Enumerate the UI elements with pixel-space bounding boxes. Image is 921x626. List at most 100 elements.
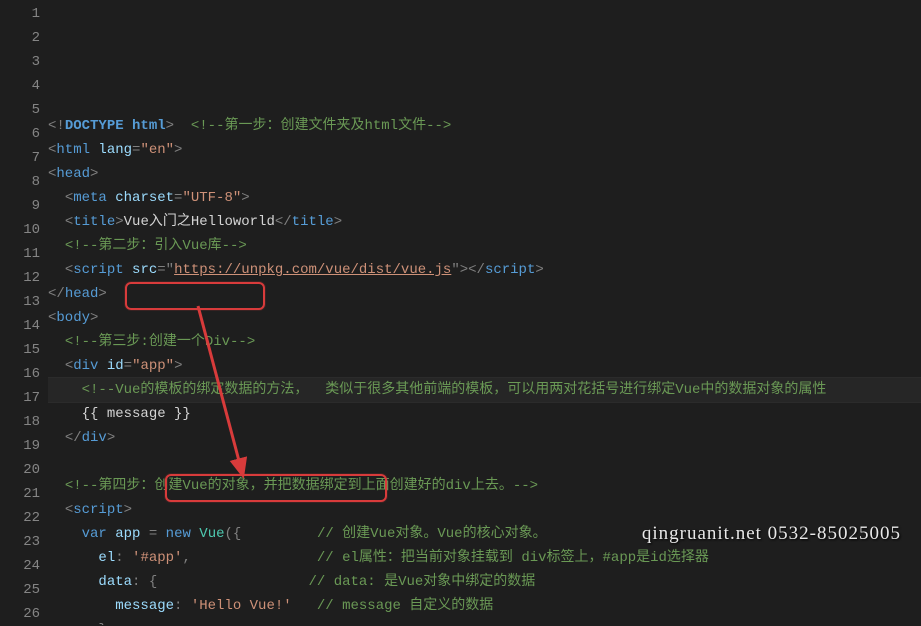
line-number: 12 — [0, 266, 40, 290]
code-token: // 创建Vue对象。Vue的核心对象。 — [317, 526, 547, 542]
code-token — [157, 574, 308, 590]
code-token: meta — [73, 190, 107, 206]
code-line[interactable]: el: '#app', // el属性：把当前对象挂载到 div标签上，#app… — [48, 546, 921, 570]
code-token: </ — [275, 214, 292, 230]
code-token: > — [174, 142, 182, 158]
line-number: 3 — [0, 50, 40, 74]
code-token: // el属性：把当前对象挂载到 div标签上，#app是id选择器 — [317, 550, 709, 566]
code-line[interactable] — [48, 450, 921, 474]
code-line[interactable]: <script> — [48, 498, 921, 522]
code-line[interactable]: <!--第四步：创建Vue的对象，并把数据绑定到上面创建好的div上去。--> — [48, 474, 921, 498]
code-line[interactable]: <body> — [48, 306, 921, 330]
code-token: lang — [98, 142, 132, 158]
code-token: <!--第二步：引入Vue库--> — [65, 238, 247, 254]
code-token: html — [56, 142, 90, 158]
line-number: 8 — [0, 170, 40, 194]
line-number: 21 — [0, 482, 40, 506]
code-token: > — [535, 262, 543, 278]
code-token: < — [65, 262, 73, 278]
line-number: 22 — [0, 506, 40, 530]
code-token — [174, 118, 191, 134]
code-line[interactable]: <html lang="en"> — [48, 138, 921, 162]
code-line[interactable]: <div id="app"> — [48, 354, 921, 378]
code-line[interactable]: } — [48, 618, 921, 625]
code-token: Vue入门之Helloworld — [124, 214, 275, 230]
code-token: > — [124, 502, 132, 518]
code-token — [292, 598, 317, 614]
code-token: div — [82, 430, 107, 446]
line-number: 10 — [0, 218, 40, 242]
code-token: script — [485, 262, 535, 278]
code-token: < — [65, 190, 73, 206]
code-token — [48, 238, 65, 254]
code-token — [124, 550, 132, 566]
code-line[interactable]: message: 'Hello Vue!' // message 自定义的数据 — [48, 594, 921, 618]
line-number: 17 — [0, 386, 40, 410]
code-token: <!--第三步:创建一个Div--> — [65, 334, 255, 350]
code-line[interactable]: <meta charset="UTF-8"> — [48, 186, 921, 210]
code-token: ({ — [225, 526, 242, 542]
code-token — [48, 214, 65, 230]
code-line[interactable]: <!--第三步:创建一个Div--> — [48, 330, 921, 354]
code-token: > — [98, 286, 106, 302]
code-token — [140, 574, 148, 590]
code-token: src — [132, 262, 157, 278]
code-token — [48, 358, 65, 374]
code-token: " — [166, 262, 174, 278]
line-number: 16 — [0, 362, 40, 386]
code-token — [48, 262, 65, 278]
code-token: { — [149, 574, 157, 590]
line-number: 11 — [0, 242, 40, 266]
code-token — [182, 598, 190, 614]
code-line[interactable]: var app = new Vue({ // 创建Vue对象。Vue的核心对象。 — [48, 522, 921, 546]
code-token: // data: 是Vue对象中绑定的数据 — [308, 574, 535, 590]
code-token: '#app' — [132, 550, 182, 566]
code-line[interactable]: data: { // data: 是Vue对象中绑定的数据 — [48, 570, 921, 594]
line-number: 1 — [0, 2, 40, 26]
code-token: title — [292, 214, 334, 230]
code-token: > — [166, 118, 174, 134]
code-line[interactable]: <script src="https://unpkg.com/vue/dist/… — [48, 258, 921, 282]
line-number: 14 — [0, 314, 40, 338]
code-area[interactable]: qingruanit.net 0532-85025005 <!DOCTYPE h… — [48, 0, 921, 625]
code-token: el — [98, 550, 115, 566]
code-token: <! — [48, 118, 65, 134]
line-number: 2 — [0, 26, 40, 50]
code-line[interactable]: <!DOCTYPE html> <!--第一步：创建文件夹及html文件--> — [48, 114, 921, 138]
code-line[interactable]: {{ message }} — [48, 402, 921, 426]
code-editor[interactable]: 1234567891011121314151617181920212223242… — [0, 0, 921, 625]
code-token: > — [90, 310, 98, 326]
code-token — [241, 526, 317, 542]
code-line[interactable]: <head> — [48, 162, 921, 186]
code-token — [48, 430, 65, 446]
line-number: 23 — [0, 530, 40, 554]
line-number: 13 — [0, 290, 40, 314]
code-token: > — [107, 430, 115, 446]
code-token: : — [115, 550, 123, 566]
code-token: "UTF-8" — [182, 190, 241, 206]
code-token: < — [65, 214, 73, 230]
code-token: var — [82, 526, 107, 542]
code-line[interactable]: <title>Vue入门之Helloworld</title> — [48, 210, 921, 234]
code-token — [48, 550, 98, 566]
code-token: = — [149, 526, 157, 542]
code-token: 'Hello Vue!' — [191, 598, 292, 614]
line-number: 5 — [0, 98, 40, 122]
line-number: 20 — [0, 458, 40, 482]
code-token: message — [115, 598, 174, 614]
code-token: DOCTYPE html — [65, 118, 166, 134]
line-number-gutter: 1234567891011121314151617181920212223242… — [0, 0, 48, 625]
code-line[interactable]: </head> — [48, 282, 921, 306]
code-line[interactable]: </div> — [48, 426, 921, 450]
code-token: "app" — [132, 358, 174, 374]
line-number: 18 — [0, 410, 40, 434]
code-line[interactable]: <!--Vue的模板的绑定数据的方法， 类似于很多其他前端的模板，可以用两对花括… — [48, 378, 921, 402]
code-token: = — [124, 358, 132, 374]
code-token — [48, 382, 82, 398]
code-token — [48, 190, 65, 206]
code-token: </ — [65, 430, 82, 446]
code-line[interactable]: <!--第二步：引入Vue库--> — [48, 234, 921, 258]
line-number: 7 — [0, 146, 40, 170]
code-token — [157, 526, 165, 542]
code-token: <!--第一步：创建文件夹及html文件--> — [191, 118, 451, 134]
